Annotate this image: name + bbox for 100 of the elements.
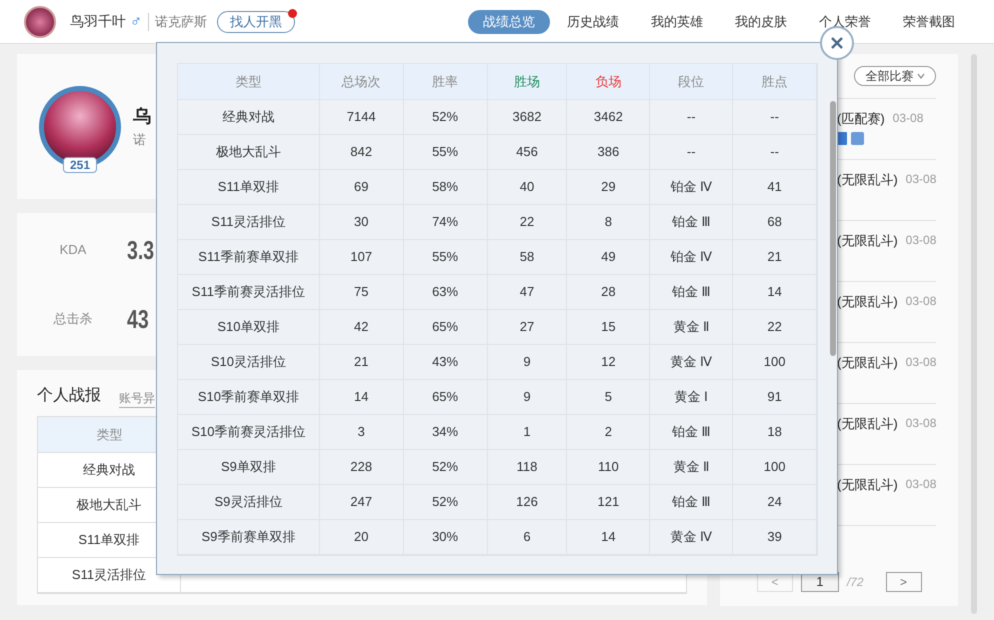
match-mode: (匹配赛) <box>837 110 885 128</box>
table-cell: 9 <box>488 345 568 379</box>
table-cell: 经典对战 <box>178 100 320 134</box>
table-cell: 5 <box>567 380 650 414</box>
table-cell: S10单双排 <box>178 310 320 344</box>
table-cell: 22 <box>488 205 568 239</box>
scrollbar-track[interactable] <box>971 54 977 614</box>
table-cell: -- <box>650 100 734 134</box>
table-cell: 100 <box>733 345 818 379</box>
table-cell: 30 <box>320 205 404 239</box>
column-header: 总场次 <box>320 64 404 99</box>
table-cell: 52% <box>404 450 488 484</box>
find-partner-button[interactable]: 找人开黑 <box>217 10 295 32</box>
table-cell: 29 <box>567 170 650 204</box>
table-cell: 55% <box>404 240 488 274</box>
table-cell: 65% <box>404 380 488 414</box>
table-cell: 91 <box>733 380 818 414</box>
match-date: 03-08 <box>906 171 936 188</box>
table-cell: 30% <box>404 520 488 554</box>
table-cell: 107 <box>320 240 404 274</box>
nav-tab[interactable]: 我的英雄 <box>636 10 718 34</box>
profile-name: 乌 <box>133 105 151 128</box>
table-cell: 74% <box>404 205 488 239</box>
table-cell: 铂金 Ⅲ <box>650 275 734 309</box>
table-cell: 247 <box>320 485 404 519</box>
close-icon <box>830 36 844 50</box>
column-header: 类型 <box>178 64 320 99</box>
stat-value: 43 <box>127 302 149 336</box>
table-cell: 55% <box>404 135 488 169</box>
table-cell: 2 <box>567 415 650 449</box>
table-cell: S11灵活排位 <box>178 205 320 239</box>
table-cell: S10季前赛灵活排位 <box>178 415 320 449</box>
nav-tab[interactable]: 历史战绩 <box>552 10 634 34</box>
table-cell: 121 <box>567 485 650 519</box>
table-cell: -- <box>733 135 818 169</box>
page-total: /72 <box>846 574 864 591</box>
column-header: 段位 <box>650 64 734 99</box>
table-cell: 100 <box>733 450 818 484</box>
table-cell: 铂金 Ⅲ <box>650 205 734 239</box>
table-cell: 69 <box>320 170 404 204</box>
column-header: 胜场 <box>488 64 568 99</box>
table-cell: 110 <box>567 450 650 484</box>
column-header: 胜率 <box>404 64 488 99</box>
document-icon <box>837 132 847 144</box>
gender-symbol: ♂ <box>130 12 142 32</box>
table-cell: 842 <box>320 135 404 169</box>
scrollbar-thumb[interactable] <box>830 101 836 356</box>
level-badge: 251 <box>62 156 98 172</box>
table-cell: 75 <box>320 275 404 309</box>
table-cell: 386 <box>567 135 650 169</box>
table-cell: 黄金 Ⅳ <box>650 520 734 554</box>
table-cell: 58% <box>404 170 488 204</box>
next-page-button[interactable]: > <box>886 572 922 592</box>
profile-server: 诺 <box>133 131 147 150</box>
table-cell: 24 <box>733 485 818 519</box>
table-cell: 铂金 Ⅳ <box>650 170 734 204</box>
table-cell: 黄金 Ⅱ <box>650 450 734 484</box>
table-cell: 58 <box>488 240 568 274</box>
player-name: 鸟羽千叶 <box>70 12 126 31</box>
match-mode: (无限乱斗) <box>837 415 898 433</box>
column-header: 胜点 <box>733 64 818 99</box>
table-cell: 3462 <box>567 100 650 134</box>
table-cell: 3682 <box>488 100 568 134</box>
match-mode: (无限乱斗) <box>837 232 898 250</box>
table-cell: 68 <box>733 205 818 239</box>
table-cell: 黄金 Ⅳ <box>650 345 734 379</box>
match-filter-dropdown[interactable]: 全部比赛 <box>854 66 936 86</box>
table-cell: -- <box>650 135 734 169</box>
table-cell: 52% <box>404 100 488 134</box>
column-header: 负场 <box>567 64 650 99</box>
nav-tab[interactable]: 荣誉截图 <box>888 10 970 34</box>
table-cell: 118 <box>488 450 568 484</box>
table-cell: 63% <box>404 275 488 309</box>
table-cell: 7144 <box>320 100 404 134</box>
table-cell: 9 <box>488 380 568 414</box>
table-cell: 黄金 Ⅰ <box>650 380 734 414</box>
stat-label: 总击杀 <box>52 310 94 328</box>
table-cell: 极地大乱斗 <box>178 135 320 169</box>
table-cell: S9单双排 <box>178 450 320 484</box>
match-date: 03-08 <box>906 232 936 249</box>
table-cell: 铂金 Ⅲ <box>650 485 734 519</box>
nav-tab[interactable]: 我的皮肤 <box>720 10 802 34</box>
table-cell: 铂金 Ⅳ <box>650 240 734 274</box>
table-cell: S11单双排 <box>178 170 320 204</box>
table-cell: S10季前赛单双排 <box>178 380 320 414</box>
match-date: 03-08 <box>906 415 936 432</box>
table-cell: 12 <box>567 345 650 379</box>
table-cell: 228 <box>320 450 404 484</box>
table-cell: S11季前赛单双排 <box>178 240 320 274</box>
match-date: 03-08 <box>906 354 936 371</box>
table-cell: 14 <box>733 275 818 309</box>
match-date: 03-08 <box>906 476 936 493</box>
table-cell: 1 <box>488 415 568 449</box>
table-cell: 22 <box>733 310 818 344</box>
report-title: 个人战报 <box>37 386 101 406</box>
table-cell: S9季前赛单双排 <box>178 520 320 554</box>
table-cell: 8 <box>567 205 650 239</box>
match-mode: (无限乱斗) <box>837 476 898 494</box>
table-cell: 黄金 Ⅱ <box>650 310 734 344</box>
table-cell: S9灵活排位 <box>178 485 320 519</box>
